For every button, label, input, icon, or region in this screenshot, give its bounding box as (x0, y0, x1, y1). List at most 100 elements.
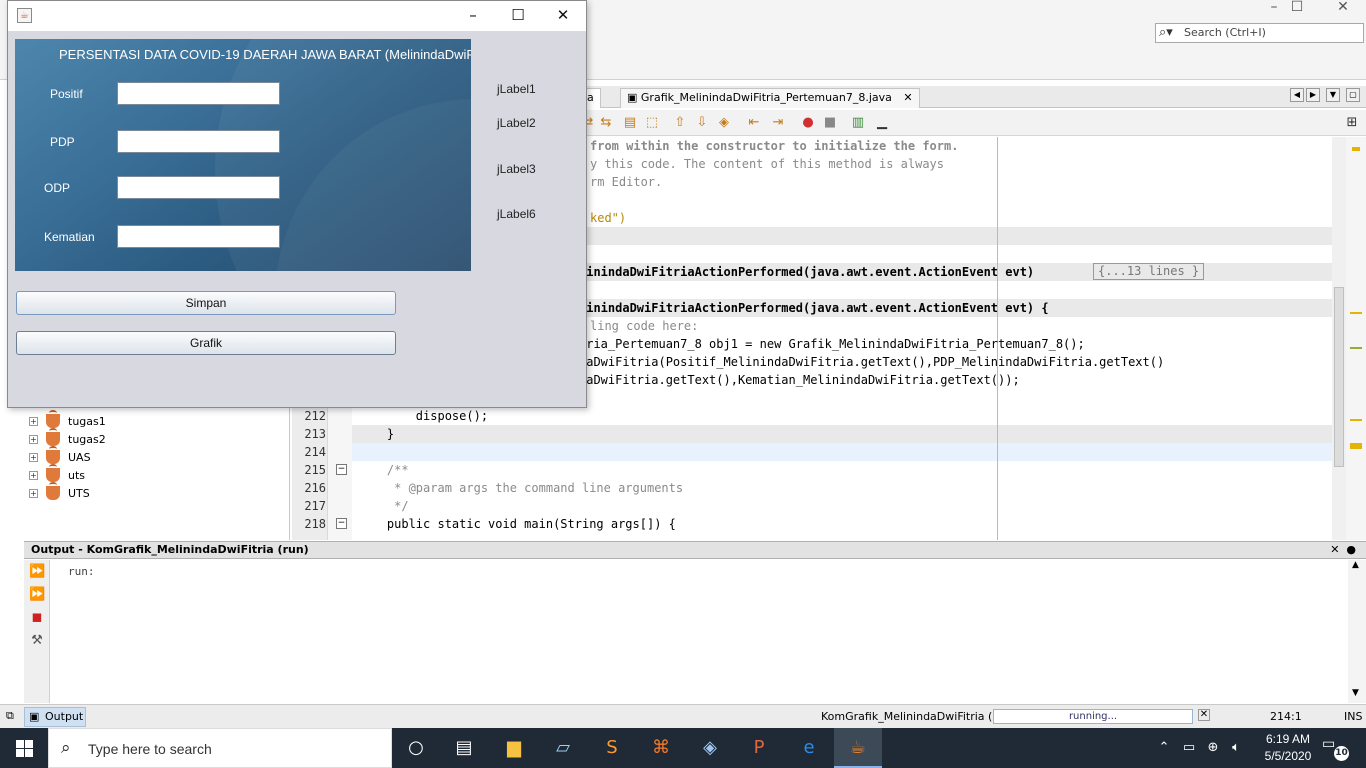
battery-icon[interactable]: ▭ (1180, 728, 1198, 768)
line-number: 213 (304, 427, 326, 441)
simpan-button[interactable]: Simpan (16, 291, 396, 315)
mark (1350, 419, 1362, 421)
jlabel6-value: jLabel6 (497, 207, 536, 221)
status-project: KomGrafik_MelinindaDwiFitria (run) (821, 710, 1016, 723)
java-project-icon (46, 464, 60, 482)
java-project-icon (46, 428, 60, 446)
tab-scroll-left-icon[interactable]: ◀ (1290, 88, 1304, 102)
line-number: 216 (304, 481, 326, 495)
xampp-icon[interactable]: ⌘ (637, 728, 685, 768)
expand-icon[interactable]: + (29, 435, 38, 444)
form-title: PERSENTASI DATA COVID-19 DAERAH JAWA BAR… (59, 47, 471, 62)
toggle-rect-select-icon[interactable]: ⬚ (644, 115, 660, 131)
tree-item[interactable]: + tugas1 (24, 410, 284, 431)
editor-scrollbar[interactable] (1332, 137, 1346, 540)
search-icon: ⌕▾ (1159, 25, 1173, 40)
next-bookmark-icon[interactable]: ⇩ (694, 115, 710, 131)
maximize-editor-icon[interactable]: ▢ (1346, 88, 1360, 102)
output-tab-button[interactable]: ▣ Output (24, 707, 86, 727)
toggle-highlight-icon[interactable]: ▤ (622, 115, 638, 131)
sublime-icon[interactable]: S (588, 728, 636, 768)
code-line: from within the constructor to initializ… (590, 139, 959, 153)
scrollbar-thumb[interactable] (1334, 287, 1344, 467)
maximize-button[interactable]: ☐ (495, 1, 541, 31)
grafik-button[interactable]: Grafik (16, 331, 396, 355)
expand-icon[interactable]: + (29, 417, 38, 426)
output-close-icon[interactable]: ✕ ● (1330, 543, 1356, 556)
scroll-up-icon[interactable]: ▲ (1352, 560, 1359, 570)
file-explorer-icon[interactable]: ▆ (490, 728, 538, 768)
fold-toggle-icon[interactable]: − (336, 518, 347, 529)
toggle-bookmark-icon[interactable]: ◈ (716, 115, 732, 131)
shift-right-icon[interactable]: ⇥ (770, 115, 786, 131)
uncomment-icon[interactable]: ▁ (874, 115, 890, 131)
network-icon[interactable]: ⊕ (1204, 728, 1222, 768)
ide-maximize-button[interactable]: ☐ (1274, 0, 1320, 16)
tab-grafik-file[interactable]: ▣ Grafik_MelinindaDwiFitria_Pertemuan7_8… (620, 88, 920, 108)
java-file-icon: ▣ (627, 91, 638, 104)
restore-windows-icon[interactable]: ⧉ (6, 709, 14, 723)
taskbar-search-box[interactable]: ⌕ Type here to search (48, 728, 392, 768)
task-view-icon[interactable]: ▤ (440, 728, 488, 768)
shift-left-icon[interactable]: ⇤ (746, 115, 762, 131)
fold-toggle-icon[interactable]: − (336, 464, 347, 475)
current-line-highlight (352, 443, 1332, 461)
pdp-label: PDP (50, 135, 75, 149)
minimize-button[interactable]: – (450, 1, 496, 31)
previous-bookmark-icon[interactable]: ⇧ (672, 115, 688, 131)
line-number: 214 (304, 445, 326, 459)
output-console[interactable]: run: (51, 560, 1350, 703)
system-clock[interactable]: 6:19 AM 5/5/2020 (1258, 731, 1318, 765)
find-next-icon[interactable]: ⇆ (598, 115, 614, 131)
volume-icon[interactable]: 🔈︎ (1227, 728, 1245, 768)
dialog-title-bar[interactable]: ☕ – ☐ ✕ (8, 1, 586, 31)
ide-close-button[interactable]: ✕ (1320, 0, 1366, 16)
edge-icon[interactable]: e (785, 728, 833, 768)
expand-icon[interactable]: + (29, 489, 38, 498)
rerun-with-params-icon[interactable]: ⏩ (29, 587, 45, 603)
notepad-icon[interactable]: ▱ (539, 728, 587, 768)
odp-input[interactable] (117, 176, 280, 199)
expand-icon[interactable]: + (29, 471, 38, 480)
comment-icon[interactable]: ▥ (850, 115, 866, 131)
split-editor-icon[interactable]: ⊞ (1344, 115, 1360, 131)
tree-item-label: UTS (68, 487, 90, 500)
code-line: ked") (590, 211, 627, 225)
settings-icon[interactable]: ⚒ (29, 633, 45, 649)
tree-item[interactable]: + UTS (24, 482, 284, 503)
tree-item[interactable]: + uts (24, 464, 284, 485)
rerun-icon[interactable]: ⏩ (29, 564, 45, 580)
close-button[interactable]: ✕ (540, 1, 586, 31)
insert-mode: INS (1344, 710, 1363, 723)
start-button[interactable] (0, 728, 48, 768)
stop-macro-icon[interactable]: ■ (822, 115, 838, 131)
java-project-icon (46, 410, 60, 428)
powerpoint-icon[interactable]: P (735, 728, 783, 768)
folded-code-marker[interactable]: {...13 lines } (1093, 263, 1205, 280)
code-line: /** (358, 463, 409, 477)
output-title: Output - KomGrafik_MelinindaDwiFitria (r… (31, 543, 309, 556)
close-tab-icon[interactable]: ✕ (903, 91, 912, 104)
show-hidden-icons-icon[interactable]: ⌃ (1156, 728, 1172, 768)
stop-icon[interactable]: ◼ (29, 610, 45, 626)
tab-list-icon[interactable]: ▼ (1326, 88, 1340, 102)
ide-search-box[interactable]: ⌕▾ Search (Ctrl+I) (1155, 23, 1364, 43)
action-center-button[interactable]: ▭ 10 (1322, 736, 1349, 761)
status-bar: ⧉ ▣ Output KomGrafik_MelinindaDwiFitria … (0, 704, 1366, 728)
output-scrollbar[interactable]: ▲ ▼ (1348, 560, 1366, 703)
output-window-icon: ▣ (29, 710, 40, 723)
kematian-input[interactable] (117, 225, 280, 248)
scroll-down-icon[interactable]: ▼ (1352, 688, 1359, 698)
positif-input[interactable] (117, 82, 280, 105)
start-macro-icon[interactable]: ● (800, 115, 816, 131)
java-icon[interactable]: ☕ (834, 728, 882, 768)
expand-icon[interactable]: + (29, 453, 38, 462)
java-project-icon (46, 446, 60, 464)
tab-scroll-right-icon[interactable]: ▶ (1306, 88, 1320, 102)
tree-item[interactable]: + UAS (24, 446, 284, 467)
cortana-icon[interactable]: ○ (392, 728, 440, 768)
pdp-input[interactable] (117, 130, 280, 153)
cancel-task-icon[interactable]: ✕ (1198, 709, 1210, 721)
tree-item[interactable]: + tugas2 (24, 428, 284, 449)
virtualbox-icon[interactable]: ◈ (686, 728, 734, 768)
